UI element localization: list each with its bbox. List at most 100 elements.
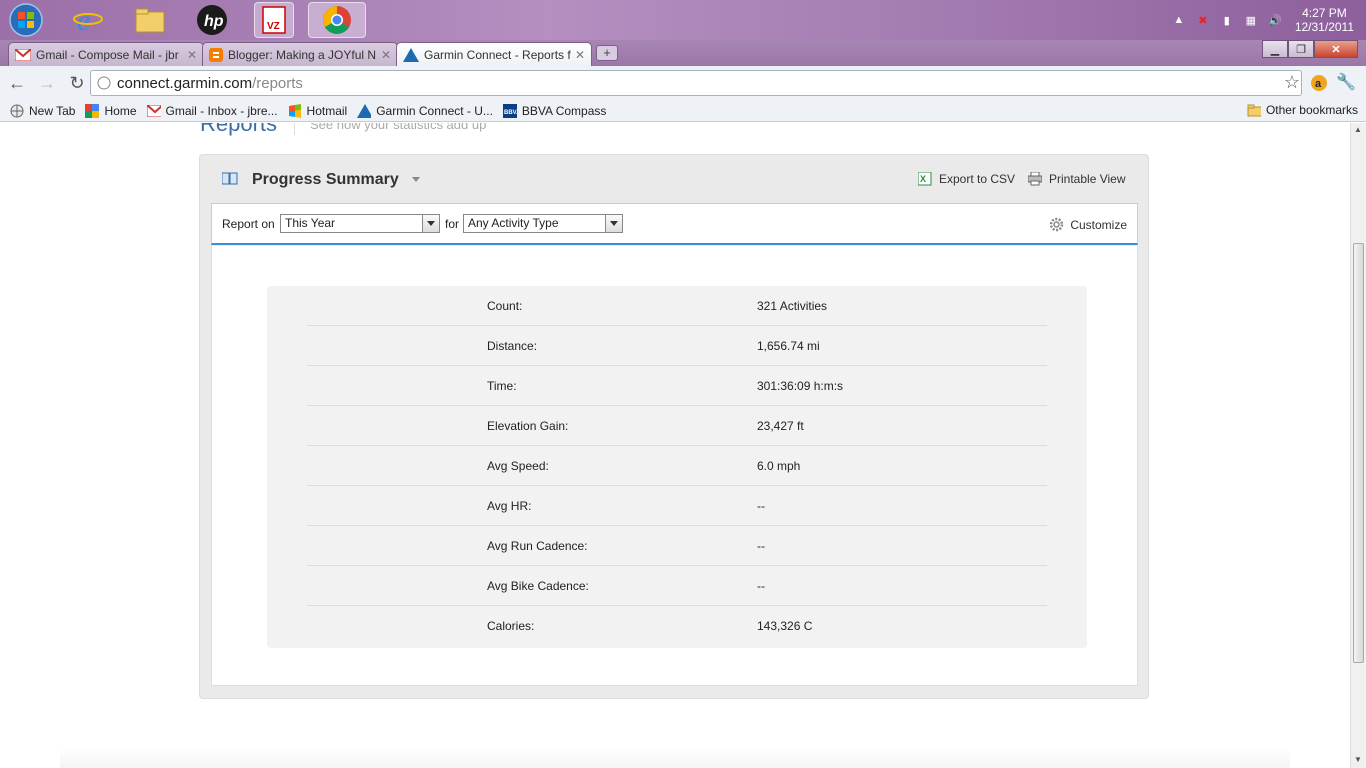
tab-blogger[interactable]: Blogger: Making a JOYful N ✕ <box>202 42 398 66</box>
taskbar-verizon[interactable]: VZ <box>254 2 294 38</box>
new-tab-button[interactable]: + <box>596 45 618 61</box>
chevron-down-icon[interactable] <box>605 215 622 232</box>
back-arrow-icon[interactable]: ← <box>4 70 30 96</box>
tab-title: Garmin Connect - Reports f <box>424 47 571 62</box>
bookmark-home[interactable]: Home <box>85 103 137 118</box>
network-icon[interactable]: ▦ <box>1242 11 1260 29</box>
url-host: connect.garmin.com <box>117 74 253 92</box>
stat-row: Avg Speed: 6.0 mph <box>307 446 1047 486</box>
taskbar-chrome[interactable] <box>308 2 366 38</box>
stat-label: Avg Run Cadence: <box>487 539 588 553</box>
garmin-icon <box>403 47 419 62</box>
browser-toolbar: ← → ↻ connect.garmin.com/reports ☆ a 🔧 <box>0 66 1366 100</box>
restore-button[interactable]: ❐ <box>1288 40 1314 58</box>
bookmark-label: Home <box>104 103 137 118</box>
printer-icon <box>1028 172 1042 186</box>
printable-view-label: Printable View <box>1049 172 1126 186</box>
tab-title: Blogger: Making a JOYful N <box>228 47 377 62</box>
network-warning-icon[interactable]: ✖ <box>1194 11 1212 29</box>
windows-logo-icon <box>9 3 43 37</box>
close-icon[interactable]: ✕ <box>575 48 585 62</box>
stat-label: Count: <box>487 299 523 313</box>
panel-title[interactable]: Progress Summary <box>252 171 399 189</box>
window-close-button[interactable]: ✕ <box>1314 40 1358 58</box>
svg-text:BBVA: BBVA <box>504 110 517 116</box>
reload-icon[interactable]: ↻ <box>64 70 90 96</box>
taskbar-ie[interactable]: e <box>68 2 108 38</box>
customize-button[interactable]: Customize <box>1049 217 1127 232</box>
stat-value: 23,427 ft <box>757 419 804 433</box>
close-icon[interactable]: ✕ <box>381 48 391 62</box>
gmail-icon <box>146 104 161 118</box>
system-tray: ▲ ✖ ▮ ▦ 🔊 4:27 PM 12/31/2011 <box>1167 0 1366 40</box>
tab-garmin[interactable]: Garmin Connect - Reports f ✕ <box>396 42 592 66</box>
bbva-icon: BBVA <box>502 103 517 118</box>
export-csv-label: Export to CSV <box>939 172 1016 186</box>
stat-value: -- <box>757 579 765 593</box>
scroll-thumb[interactable] <box>1353 243 1364 663</box>
start-button[interactable] <box>6 2 46 38</box>
stat-label: Distance: <box>487 339 538 353</box>
header-divider <box>294 123 295 135</box>
hp-icon: hp <box>197 5 227 35</box>
page-title: Reports <box>200 123 278 136</box>
wrench-menu-icon[interactable]: 🔧 <box>1336 72 1356 92</box>
activity-type-select[interactable]: Any Activity Type <box>463 214 623 233</box>
minimize-button[interactable]: ▁ <box>1262 40 1288 58</box>
bookmark-new-tab[interactable]: New Tab <box>10 104 75 118</box>
scroll-down-icon[interactable]: ▼ <box>1354 755 1362 764</box>
report-content: Count: 321 Activities Distance: 1,656.74 m… <box>211 246 1138 686</box>
printable-view-link[interactable]: Printable View <box>1028 172 1126 186</box>
bookmark-label: Garmin Connect - U... <box>376 103 493 118</box>
tab-gmail[interactable]: Gmail - Compose Mail - jbr ✕ <box>8 42 204 66</box>
stat-value: -- <box>757 539 765 553</box>
page-subtitle: See how your statistics add up <box>310 123 487 132</box>
stat-row: Avg Bike Cadence: -- <box>307 566 1047 606</box>
folder-icon <box>135 8 165 33</box>
period-select-value: This Year <box>285 216 336 230</box>
clock-time: 4:27 PM <box>1302 6 1347 20</box>
for-label: for <box>445 217 460 231</box>
stat-row: Avg HR: -- <box>307 486 1047 526</box>
clock[interactable]: 4:27 PM 12/31/2011 <box>1287 6 1366 34</box>
window-controls: ▁ ❐ ✕ <box>1262 40 1358 58</box>
export-csv-link[interactable]: X Export to CSV <box>918 172 1015 186</box>
amazon-extension-icon[interactable]: a <box>1310 74 1328 92</box>
book-icon <box>222 172 238 185</box>
stat-row: Distance: 1,656.74 mi <box>307 326 1047 366</box>
forward-arrow-icon[interactable]: → <box>34 70 60 96</box>
address-bar[interactable]: connect.garmin.com/reports <box>90 70 1302 96</box>
scroll-up-icon[interactable]: ▲ <box>1354 125 1362 134</box>
tab-title: Gmail - Compose Mail - jbr <box>36 47 179 62</box>
bookmark-gmail-inbox[interactable]: Gmail - Inbox - jbre... <box>146 104 278 118</box>
period-select[interactable]: This Year <box>280 214 440 233</box>
bookmark-hotmail[interactable]: Hotmail <box>288 103 347 118</box>
page-scrollbar[interactable]: ▲ ▼ <box>1350 123 1366 768</box>
svg-text:VZ: VZ <box>267 21 280 32</box>
bookmark-star-icon[interactable]: ☆ <box>1284 72 1300 93</box>
other-bookmarks-label: Other bookmarks <box>1265 103 1358 117</box>
other-bookmarks[interactable]: Other bookmarks <box>1247 103 1358 117</box>
svg-text:e: e <box>77 5 90 35</box>
stat-label: Avg Speed: <box>487 459 549 473</box>
report-on-label: Report on <box>222 217 275 231</box>
taskbar-explorer[interactable] <box>130 2 170 38</box>
stat-value: 301:36:09 h:m:s <box>757 379 844 393</box>
tray-expand-icon[interactable]: ▲ <box>1170 11 1188 29</box>
close-icon[interactable]: ✕ <box>187 48 197 62</box>
folder-icon <box>1247 103 1261 117</box>
gear-icon <box>1050 217 1064 232</box>
svg-text:X: X <box>920 174 926 184</box>
chevron-down-icon[interactable] <box>412 177 420 182</box>
volume-icon[interactable]: 🔊 <box>1266 11 1284 29</box>
windows-taskbar: e hp VZ ▲ ✖ ▮ ▦ 🔊 4:27 PM 12/31/2011 <box>0 0 1366 40</box>
bookmark-garmin[interactable]: Garmin Connect - U... <box>357 103 493 118</box>
url-path: /reports <box>252 74 303 92</box>
bookmark-bbva[interactable]: BBVA BBVA Compass <box>502 103 606 118</box>
stat-value: 143,326 C <box>757 619 813 633</box>
page-content: Reports See how your statistics add up P… <box>0 123 1350 768</box>
battery-icon[interactable]: ▮ <box>1218 11 1236 29</box>
clock-date: 12/31/2011 <box>1294 20 1354 34</box>
taskbar-hp[interactable]: hp <box>192 2 232 38</box>
chevron-down-icon[interactable] <box>422 215 439 232</box>
